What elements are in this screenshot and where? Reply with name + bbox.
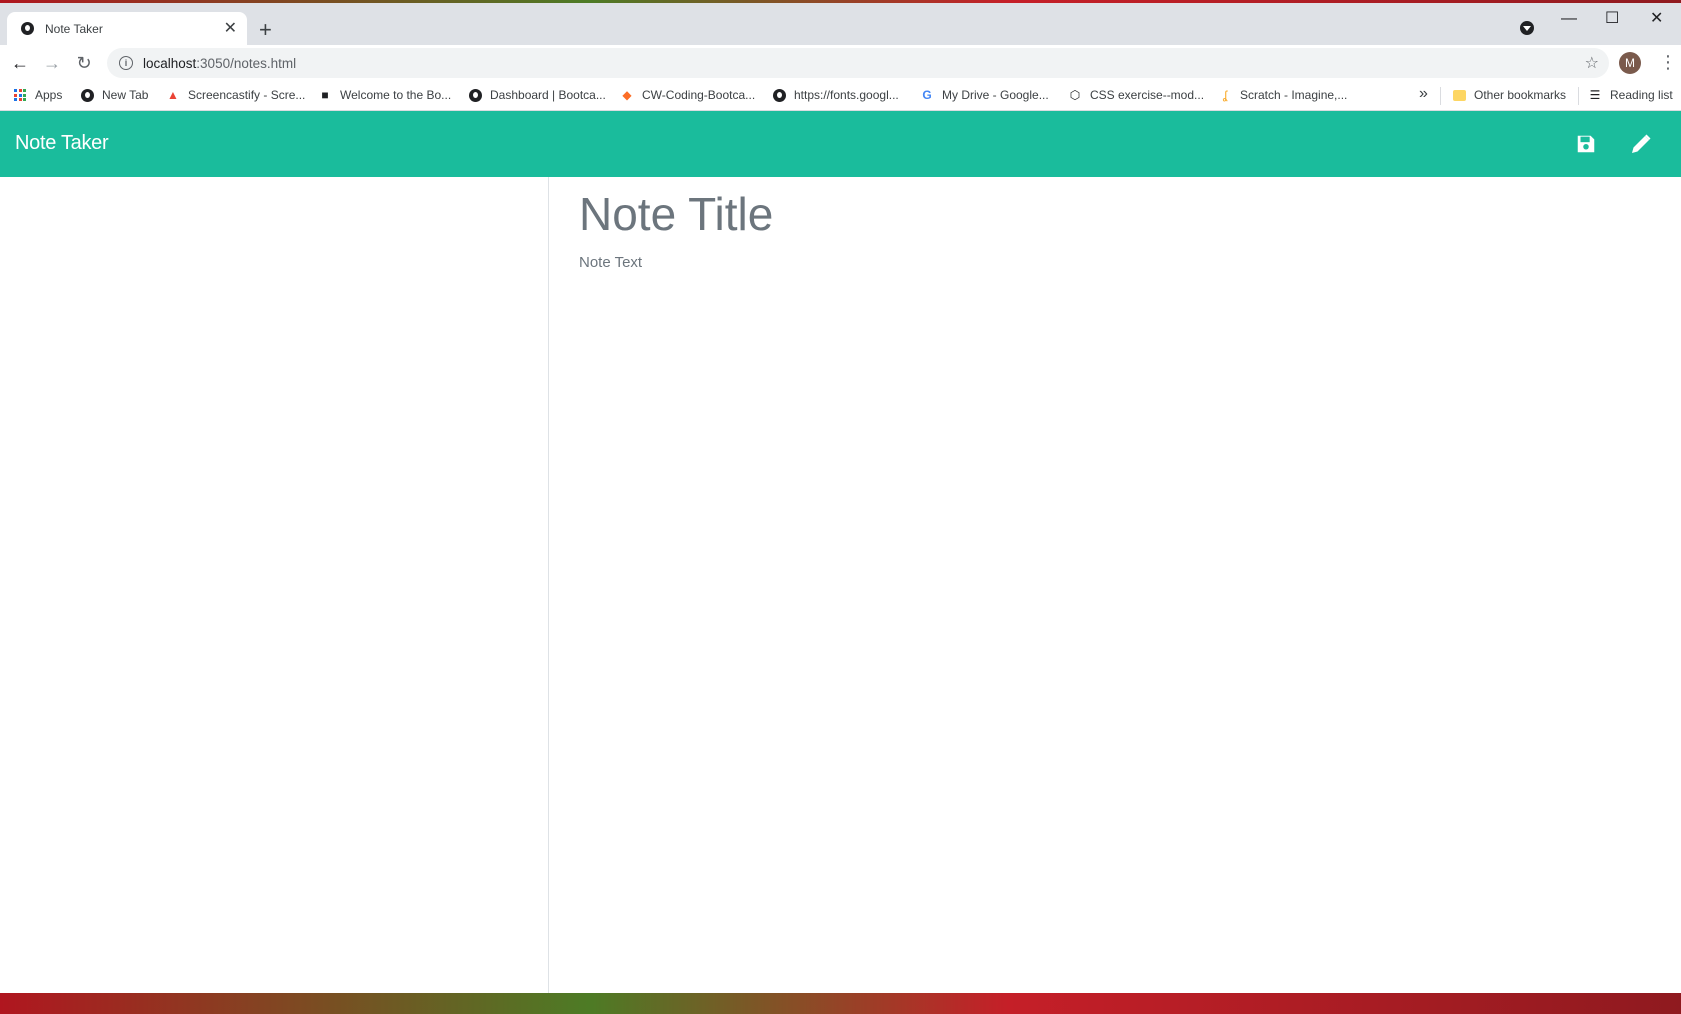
pencil-icon[interactable] <box>1628 131 1654 157</box>
note-taker-page: Note Taker <box>0 111 1681 993</box>
bookmark-label: Screencastify - Scre... <box>188 88 306 102</box>
gitlab-icon: ◆ <box>622 88 632 102</box>
maximize-button[interactable]: ☐ <box>1605 11 1619 27</box>
forward-arrow-icon[interactable]: → <box>40 51 64 75</box>
site-info-icon[interactable]: i <box>119 56 133 70</box>
bookmark-label: Other bookmarks <box>1474 88 1567 102</box>
note-title-input[interactable] <box>579 187 1479 241</box>
globe-icon <box>772 88 786 102</box>
close-window-button[interactable]: ✕ <box>1650 11 1663 27</box>
app-brand[interactable]: Note Taker <box>15 132 109 155</box>
bookmark-label: CW-Coding-Bootca... <box>642 88 756 102</box>
bookmark-gitlab[interactable]: ◆ CW-Coding-Bootca... <box>620 88 755 102</box>
book-icon: ■ <box>321 88 329 102</box>
note-text-textarea[interactable] <box>579 254 1579 854</box>
globe-icon <box>80 88 94 102</box>
save-icon[interactable] <box>1573 131 1599 157</box>
folder-icon <box>1452 88 1466 102</box>
bookmark-label: https://fonts.googl... <box>794 88 899 102</box>
tab-search-icon[interactable] <box>1520 21 1534 35</box>
browser-window: Note Taker ✕ + — ☐ ✕ ← → ↻ i localhost:3… <box>0 3 1681 993</box>
reload-icon[interactable]: ↻ <box>72 51 96 75</box>
browser-menu-icon[interactable]: ⋮ <box>1659 53 1677 71</box>
bookmark-label: My Drive - Google... <box>942 88 1049 102</box>
bookmark-other[interactable]: Other bookmarks <box>1452 88 1566 102</box>
bookmark-star-icon[interactable]: ☆ <box>1585 53 1599 73</box>
more-bookmarks-button[interactable]: » <box>1419 85 1428 103</box>
reading-list-button[interactable]: ☰ Reading list <box>1588 88 1673 102</box>
bookmark-fonts[interactable]: https://fonts.googl... <box>772 88 899 102</box>
address-bar[interactable]: i localhost:3050/notes.html ☆ <box>107 48 1609 78</box>
bookmark-my-drive[interactable]: G My Drive - Google... <box>920 88 1049 102</box>
bookmark-label: New Tab <box>102 88 149 102</box>
bookmark-label: Reading list <box>1610 88 1673 102</box>
google-icon: G <box>922 88 932 102</box>
url-text: localhost:3050/notes.html <box>143 55 297 71</box>
bookmark-apps[interactable]: Apps <box>13 88 62 102</box>
scratch-icon: ʆ <box>1222 88 1228 102</box>
browser-toolbar: ← → ↻ i localhost:3050/notes.html ☆ M ⋮ <box>0 45 1681 81</box>
new-tab-button[interactable]: + <box>259 19 272 41</box>
bookmark-label: CSS exercise--mod... <box>1090 88 1205 102</box>
bookmark-label: Welcome to the Bo... <box>340 88 452 102</box>
notes-list-sidebar <box>0 177 549 993</box>
bookmark-screencastify[interactable]: ▲ Screencastify - Scre... <box>166 88 305 102</box>
note-editor <box>549 177 1681 993</box>
bookmark-scratch[interactable]: ʆ Scratch - Imagine,... <box>1218 88 1347 102</box>
bookmark-css-exercise[interactable]: ⬡ CSS exercise--mod... <box>1068 88 1204 102</box>
bookmark-label: Scratch - Imagine,... <box>1240 88 1348 102</box>
tab-title: Note Taker <box>45 21 103 36</box>
bookmarks-divider <box>1578 87 1579 105</box>
minimize-button[interactable]: — <box>1561 11 1577 27</box>
bookmark-label: Apps <box>35 88 63 102</box>
bookmark-welcome[interactable]: ■ Welcome to the Bo... <box>318 88 451 102</box>
browser-tab[interactable]: Note Taker ✕ <box>7 12 247 45</box>
reading-list-icon: ☰ <box>1589 88 1601 102</box>
close-tab-icon[interactable]: ✕ <box>224 20 237 37</box>
app-navbar: Note Taker <box>0 111 1681 177</box>
back-arrow-icon[interactable]: ← <box>8 51 32 75</box>
codepen-icon: ⬡ <box>1069 88 1081 102</box>
bookmarks-bar: Apps New Tab ▲ Screencastify - Scre... ■… <box>0 81 1681 111</box>
screencastify-icon: ▲ <box>167 88 179 102</box>
apps-grid-icon <box>13 88 27 102</box>
bookmark-dashboard[interactable]: Dashboard | Bootca... <box>468 88 606 102</box>
bookmark-new-tab[interactable]: New Tab <box>80 88 148 102</box>
tab-strip: Note Taker ✕ + — ☐ ✕ <box>0 3 1681 45</box>
globe-icon <box>468 88 482 102</box>
globe-icon <box>19 21 35 37</box>
bookmarks-divider <box>1440 87 1441 105</box>
profile-avatar[interactable]: M <box>1619 52 1641 74</box>
bookmark-label: Dashboard | Bootca... <box>490 88 606 102</box>
